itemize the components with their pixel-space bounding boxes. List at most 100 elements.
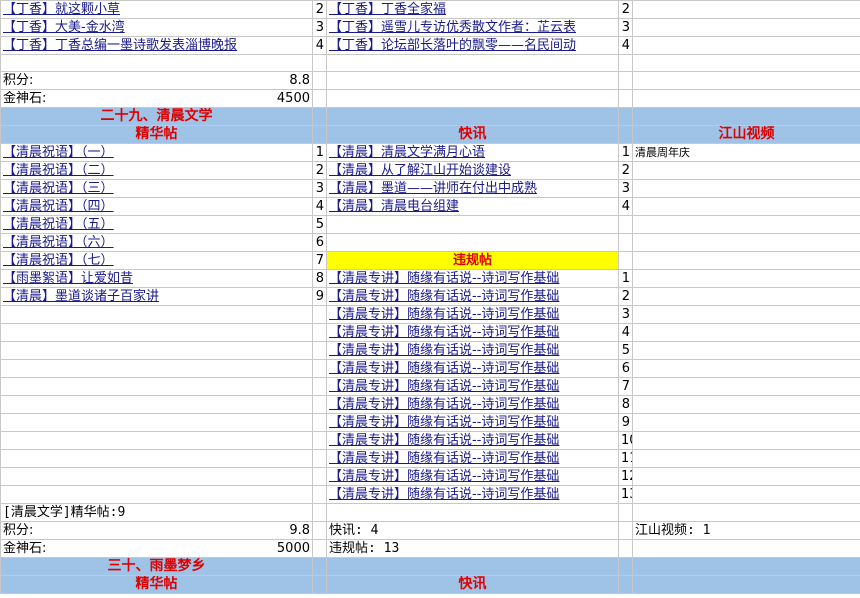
index-number: 13	[618, 485, 633, 504]
index-number: 3	[618, 18, 633, 37]
cell	[632, 287, 860, 306]
violation-post-link[interactable]: 【清晨专讲】随缘有话说--诗词写作基础	[326, 485, 619, 504]
index-number: 4	[618, 36, 633, 55]
violation-post-link[interactable]: 【清晨专讲】随缘有话说--诗词写作基础	[326, 341, 619, 360]
cell	[312, 377, 327, 396]
post-link[interactable]: 【清晨祝语】（三）	[0, 179, 313, 198]
cell	[618, 71, 633, 90]
index-number: 4	[312, 36, 327, 55]
cell	[632, 233, 860, 252]
cell	[0, 431, 313, 450]
post-link[interactable]: 【清晨】清晨文学满月心语	[326, 143, 619, 162]
index-number: 8	[618, 395, 633, 414]
stone-value: 4500	[276, 91, 310, 106]
cell	[632, 251, 860, 270]
cell	[326, 89, 619, 108]
index-number: 8	[312, 269, 327, 288]
table-row: 【清晨祝语】（四） 4 【清晨】清晨电台组建 4	[0, 197, 860, 216]
table-row: 【清晨祝语】（六） 6	[0, 233, 860, 252]
index-number: 3	[618, 179, 633, 198]
cell	[312, 71, 327, 90]
stone-cell: 金神石: 4500	[0, 89, 313, 108]
table-row: 【清晨专讲】随缘有话说--诗词写作基础 6	[0, 359, 860, 378]
table-row: 【清晨专讲】随缘有话说--诗词写作基础11	[0, 449, 860, 468]
post-link[interactable]: 【清晨祝语】（二）	[0, 161, 313, 180]
cell	[632, 557, 860, 576]
video-count: 江山视频: 1	[632, 521, 860, 540]
post-link[interactable]: 【丁香】就这颗小草	[0, 0, 313, 19]
index-number: 2	[618, 0, 633, 19]
violation-post-link[interactable]: 【清晨专讲】随缘有话说--诗词写作基础	[326, 431, 619, 450]
weigui-count: 违规帖: 13	[326, 539, 619, 558]
violation-post-link[interactable]: 【清晨专讲】随缘有话说--诗词写作基础	[326, 467, 619, 486]
violation-post-link[interactable]: 【清晨专讲】随缘有话说--诗词写作基础	[326, 323, 619, 342]
post-link[interactable]: 【清晨祝语】（五）	[0, 215, 313, 234]
cell	[0, 467, 313, 486]
index-number: 2	[618, 287, 633, 306]
post-link[interactable]: 【清晨】从了解江山开始谈建设	[326, 161, 619, 180]
cell	[326, 503, 619, 522]
post-link[interactable]: 【清晨】墨道——讲师在付出中成熟	[326, 179, 619, 198]
post-link[interactable]: 【清晨祝语】（六）	[0, 233, 313, 252]
header-jinghua: 精华帖	[0, 125, 313, 144]
table-row: 【清晨祝语】（二） 2 【清晨】从了解江山开始谈建设 2	[0, 161, 860, 180]
violation-post-link[interactable]: 【清晨专讲】随缘有话说--诗词写作基础	[326, 377, 619, 396]
post-link[interactable]: 【清晨祝语】（一）	[0, 143, 313, 162]
cell	[618, 575, 633, 594]
post-link[interactable]: 【雨墨絮语】让爱如昔	[0, 269, 313, 288]
cell	[632, 323, 860, 342]
cell	[618, 557, 633, 576]
table-row: 【丁香】丁香总编一墨诗歌发表淄博晚报 4 【丁香】论坛部长落叶的飘零——名民间动 4	[0, 36, 860, 55]
cell	[632, 359, 860, 378]
post-link[interactable]: 【丁香】丁香全家福	[326, 0, 619, 19]
violation-post-link[interactable]: 【清晨专讲】随缘有话说--诗词写作基础	[326, 395, 619, 414]
post-link[interactable]: 【丁香】大美-金水湾	[0, 18, 313, 37]
post-link[interactable]: 【清晨祝语】（七）	[0, 251, 313, 270]
cell	[0, 395, 313, 414]
post-link[interactable]: 【清晨祝语】（四）	[0, 197, 313, 216]
index-number: 10	[618, 431, 633, 450]
index-number: 3	[312, 18, 327, 37]
violation-post-link[interactable]: 【清晨专讲】随缘有话说--诗词写作基础	[326, 449, 619, 468]
index-number: 4	[618, 197, 633, 216]
cell	[312, 125, 327, 144]
cell	[312, 323, 327, 342]
section-title-row: 二十九、清晨文学	[0, 107, 860, 126]
cell	[312, 395, 327, 414]
violation-post-link[interactable]: 【清晨专讲】随缘有话说--诗词写作基础	[326, 269, 619, 288]
cell	[312, 521, 327, 540]
cell	[632, 107, 860, 126]
table-row: 【清晨专讲】随缘有话说--诗词写作基础10	[0, 431, 860, 450]
post-link[interactable]: 【丁香】丁香总编一墨诗歌发表淄博晚报	[0, 36, 313, 55]
kuaixun-count: 快讯: 4	[326, 521, 619, 540]
cell	[632, 197, 860, 216]
cell	[312, 557, 327, 576]
stone-row: 金神石: 4500	[0, 89, 860, 108]
cell	[618, 54, 633, 72]
violation-post-link[interactable]: 【清晨专讲】随缘有话说--诗词写作基础	[326, 359, 619, 378]
score-value: 9.8	[289, 523, 310, 538]
table-row: 【丁香】就这颗小草 2 【丁香】丁香全家福 2	[0, 0, 860, 19]
cell	[632, 179, 860, 198]
cell	[632, 467, 860, 486]
post-link[interactable]: 【清晨】墨道谈诸子百家讲	[0, 287, 313, 306]
post-link[interactable]: 【丁香】论坛部长落叶的飘零——名民间动	[326, 36, 619, 55]
score-row: 积分: 9.8 快讯: 4 江山视频: 1	[0, 521, 860, 540]
violation-post-link[interactable]: 【清晨专讲】随缘有话说--诗词写作基础	[326, 287, 619, 306]
table-row: 【清晨专讲】随缘有话说--诗词写作基础 4	[0, 323, 860, 342]
cell	[0, 413, 313, 432]
empty-cell	[632, 0, 860, 19]
violation-post-link[interactable]: 【清晨专讲】随缘有话说--诗词写作基础	[326, 413, 619, 432]
index-number: 3	[312, 179, 327, 198]
violation-post-link[interactable]: 【清晨专讲】随缘有话说--诗词写作基础	[326, 305, 619, 324]
section-title: 三十、雨墨梦乡	[0, 557, 313, 576]
cell	[312, 305, 327, 324]
table-row: 【清晨祝语】（五） 5	[0, 215, 860, 234]
forum-stats-table: 【丁香】就这颗小草 2 【丁香】丁香全家福 2 【丁香】大美-金水湾 3 【丁香】遥雪儿专访…	[0, 0, 860, 594]
cell	[632, 377, 860, 396]
index-number: 2	[312, 0, 327, 19]
video-link[interactable]: 清晨周年庆	[632, 143, 860, 162]
post-link[interactable]: 【丁香】遥雪儿专访优秀散文作者：芷云表	[326, 18, 619, 37]
post-link[interactable]: 【清晨】清晨电台组建	[326, 197, 619, 216]
cell	[618, 125, 633, 144]
